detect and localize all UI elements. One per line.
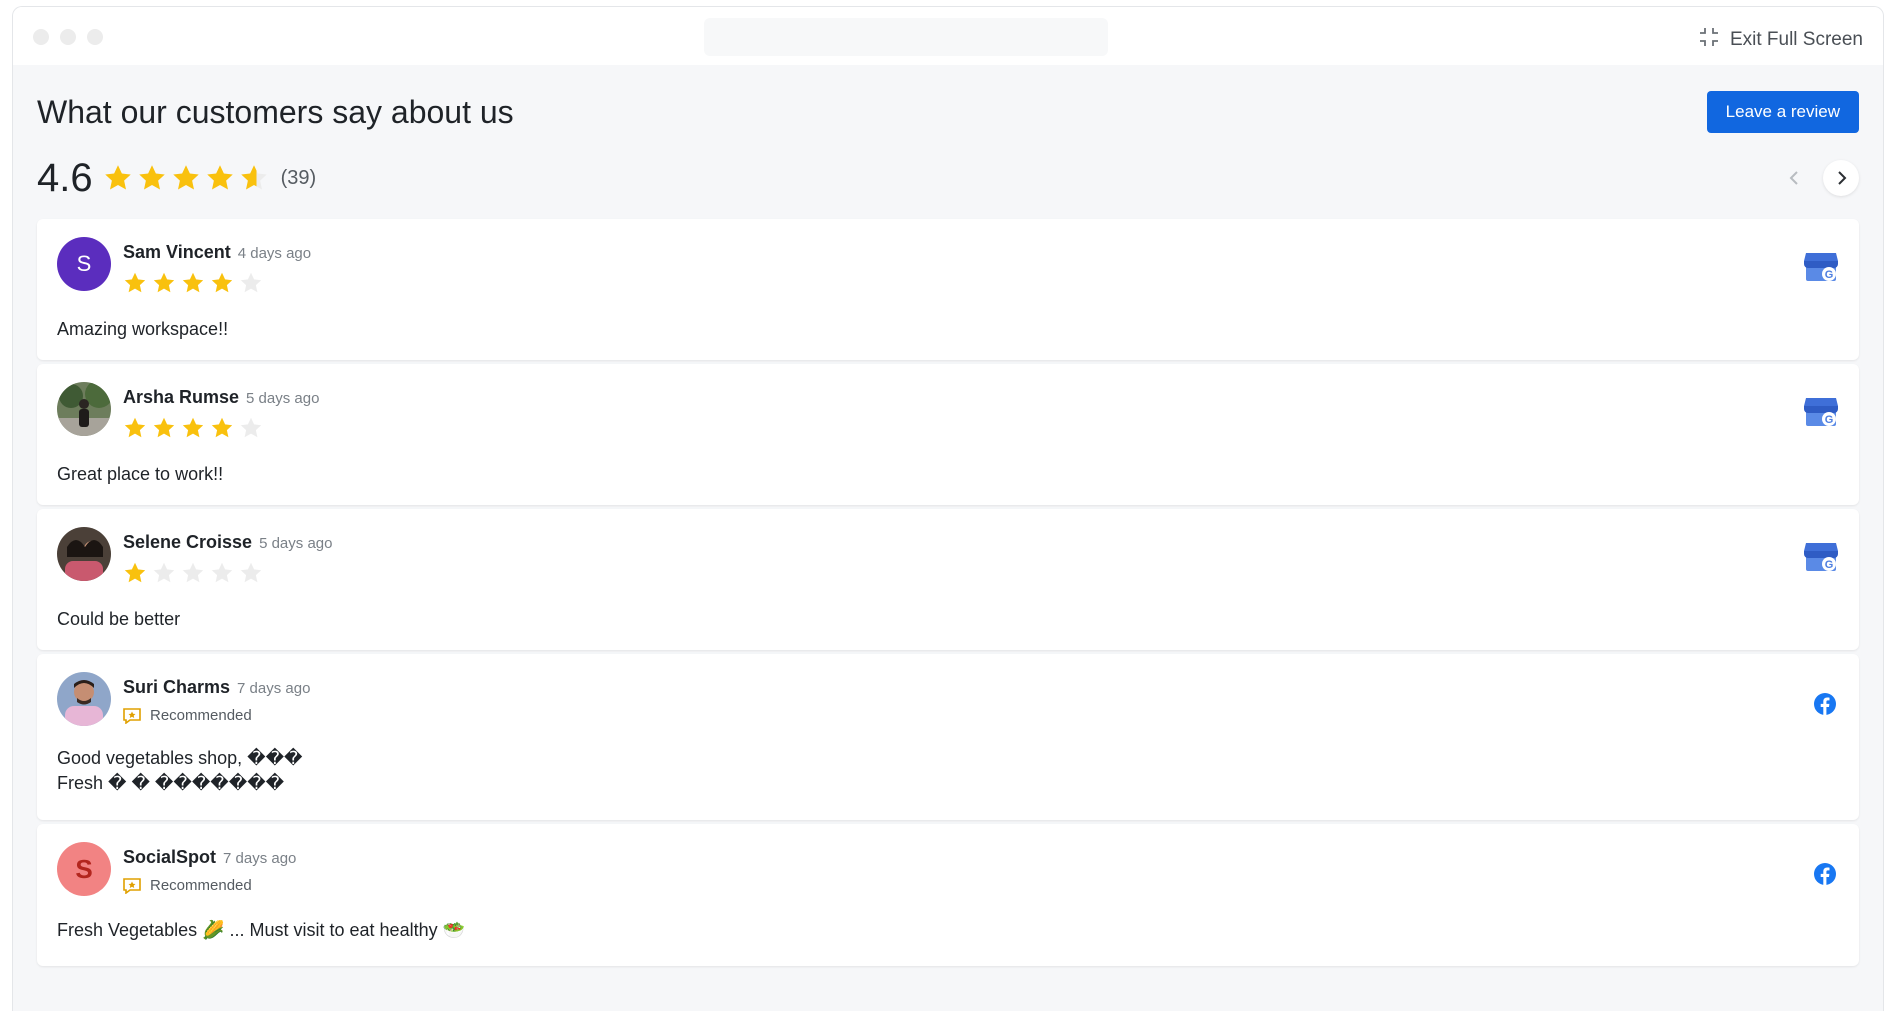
avatar: S: [57, 237, 111, 291]
star-icon: [153, 417, 175, 438]
star-icon: [240, 272, 262, 293]
google-business-icon[interactable]: G: [1803, 539, 1839, 578]
review-text: Amazing workspace!!: [57, 319, 229, 339]
review-text-line: Fresh � � �������: [57, 773, 285, 793]
reviewer-name: SocialSpot: [123, 847, 217, 867]
next-button[interactable]: [1823, 160, 1859, 196]
star-rating: [123, 416, 319, 440]
previous-button[interactable]: [1777, 160, 1813, 196]
review-text: Good vegetables shop, ��� Fresh � � ����…: [57, 746, 1839, 796]
google-business-icon[interactable]: G: [1803, 249, 1839, 288]
star-icon: [182, 562, 204, 583]
app-window: Exit Full Screen What our customers say …: [12, 6, 1884, 1011]
chevron-right-icon: [1838, 171, 1847, 185]
review-date: 5 days ago: [259, 535, 333, 552]
avatar: S: [57, 842, 111, 896]
facebook-icon[interactable]: [1813, 692, 1837, 721]
avatar: [57, 672, 111, 726]
reviewer-name: Suri Charms: [123, 677, 231, 697]
review-card: Suri Charms 7 days ago Recommended Good …: [37, 654, 1859, 820]
chevron-left-icon: [1789, 171, 1798, 185]
google-business-icon[interactable]: G: [1803, 394, 1839, 433]
star-rating: [123, 271, 311, 295]
star-icon: [124, 562, 146, 583]
star-icon: [206, 165, 233, 190]
review-card: S Sam Vincent 4 days ago Amazing workspa…: [37, 219, 1859, 360]
svg-text:G: G: [1825, 269, 1834, 281]
star-icon: [211, 417, 233, 438]
review-text: Great place to work!!: [57, 464, 224, 484]
review-card: Arsha Rumse 5 days ago Great place to wo…: [37, 364, 1859, 505]
star-icon: [182, 417, 204, 438]
star-icon: [240, 165, 267, 190]
rating-summary: 4.6 (39): [37, 155, 1859, 201]
svg-text:G: G: [1825, 414, 1834, 426]
reviewer-name: Sam Vincent: [123, 242, 231, 262]
svg-text:G: G: [1825, 559, 1834, 571]
close-window-button[interactable]: [33, 29, 49, 45]
star-icon: [124, 272, 146, 293]
star-icon: [240, 562, 262, 583]
avatar: [57, 382, 111, 436]
leave-review-button[interactable]: Leave a review: [1706, 91, 1859, 133]
review-date: 7 days ago: [237, 680, 311, 697]
review-count: (39): [280, 166, 317, 189]
star-icon: [104, 165, 131, 190]
address-bar[interactable]: [704, 18, 1108, 56]
facebook-icon[interactable]: [1813, 862, 1837, 891]
widget-title: What our customers say about us: [37, 93, 514, 130]
carousel-nav: [1777, 160, 1859, 196]
avatar: [57, 527, 111, 581]
star-icon: [182, 272, 204, 293]
review-date: 7 days ago: [223, 850, 297, 867]
review-text: Could be better: [57, 609, 181, 629]
collapse-icon: [1698, 26, 1720, 54]
average-star-rating: [103, 163, 269, 193]
review-list: S Sam Vincent 4 days ago Amazing workspa…: [37, 219, 1859, 966]
review-text: Fresh Vegetables 🌽 ... Must visit to eat…: [57, 920, 466, 940]
review-text-line: Good vegetables shop, ���: [57, 748, 303, 768]
star-icon: [240, 417, 262, 438]
recommended-label: Recommended: [150, 707, 252, 724]
reviewer-name: Arsha Rumse: [123, 387, 240, 407]
star-icon: [138, 165, 165, 190]
reviewer-name: Selene Croisse: [123, 532, 253, 552]
recommended-badge: Recommended: [123, 877, 296, 894]
exit-full-screen-label: Exit Full Screen: [1729, 29, 1863, 50]
window-titlebar: Exit Full Screen: [13, 7, 1883, 65]
review-date: 5 days ago: [246, 390, 320, 407]
average-rating: 4.6: [37, 155, 93, 200]
review-card: S SocialSpot 7 days ago Recommended Fres…: [37, 824, 1859, 966]
star-icon: [153, 272, 175, 293]
reviews-widget: What our customers say about us Leave a …: [13, 91, 1883, 966]
recommended-label: Recommended: [150, 877, 252, 894]
star-icon: [153, 562, 175, 583]
star-icon: [211, 272, 233, 293]
star-icon: [211, 562, 233, 583]
recommend-icon: [123, 877, 141, 894]
star-icon: [124, 417, 146, 438]
minimize-window-button[interactable]: [60, 29, 76, 45]
window-controls: [33, 29, 103, 45]
maximize-window-button[interactable]: [87, 29, 103, 45]
recommended-badge: Recommended: [123, 707, 310, 724]
exit-full-screen-button[interactable]: Exit Full Screen: [1698, 26, 1863, 54]
star-rating: [123, 561, 332, 585]
review-card: Selene Croisse 5 days ago Could be bette…: [37, 509, 1859, 650]
review-date: 4 days ago: [237, 245, 312, 262]
recommend-icon: [123, 707, 141, 724]
star-icon: [172, 165, 199, 190]
